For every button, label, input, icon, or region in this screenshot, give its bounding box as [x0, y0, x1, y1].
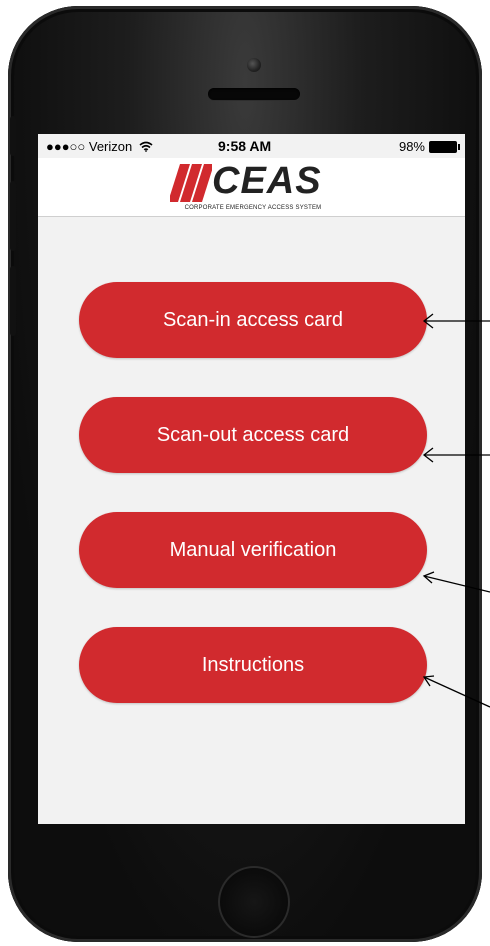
logo-stripes-icon — [170, 164, 212, 202]
home-button[interactable] — [218, 866, 290, 938]
logo-text: CEAS — [212, 160, 322, 202]
status-bar: ●●●○○ Verizon 9:58 AM 98% — [38, 134, 465, 158]
status-time: 9:58 AM — [218, 138, 272, 154]
app-header: CEAS CORPORATE EMERGENCY ACCESS SYSTEM — [38, 158, 465, 217]
manual-verification-button[interactable]: Manual verification — [79, 512, 427, 588]
volume-down-button — [10, 266, 16, 336]
mute-switch — [10, 116, 16, 156]
scan-out-button[interactable]: Scan-out access card — [79, 397, 427, 473]
carrier-text: ●●●○○ Verizon — [46, 139, 133, 154]
carrier-label: ●●●○○ Verizon — [46, 139, 153, 154]
battery-indicator: 98% — [398, 139, 460, 154]
camera-icon — [247, 58, 261, 72]
battery-icon — [429, 140, 460, 153]
instructions-button[interactable]: Instructions — [79, 627, 427, 703]
wifi-icon — [139, 141, 153, 152]
ceas-logo: CEAS CORPORATE EMERGENCY ACCESS SYSTEM — [168, 160, 338, 214]
logo-tagline: CORPORATE EMERGENCY ACCESS SYSTEM — [184, 205, 322, 211]
app-screen: ●●●○○ Verizon 9:58 AM 98% CEAS CORPORATE… — [38, 134, 465, 824]
battery-percent: 98% — [398, 139, 425, 154]
scan-in-button[interactable]: Scan-in access card — [79, 282, 427, 358]
speaker-grille — [208, 88, 300, 100]
volume-up-button — [10, 181, 16, 251]
